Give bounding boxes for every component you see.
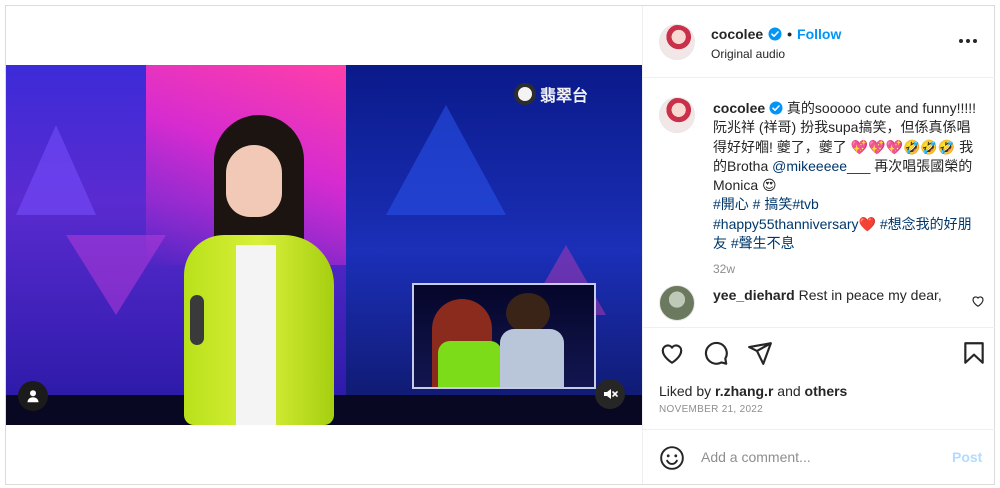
verified-badge-icon	[769, 101, 783, 115]
like-comment-heart-icon[interactable]	[971, 294, 985, 308]
liked-by-prefix: Liked by	[659, 383, 716, 399]
inset-singer-outfit	[438, 341, 502, 387]
caption-emoji-heart-eyes: 😍	[762, 177, 777, 194]
caption-username[interactable]: cocolee	[713, 100, 765, 116]
bookmark-icon[interactable]	[961, 340, 987, 366]
tagged-users-button[interactable]	[18, 381, 48, 411]
avatar[interactable]	[659, 24, 695, 60]
post-actions: Liked by r.zhang.r and others NOVEMBER 2…	[643, 327, 995, 431]
more-dot	[959, 39, 963, 43]
liked-by-middle: and	[773, 383, 805, 399]
caption-hashtags[interactable]: #開心 # 搞笑#tvb	[713, 196, 819, 212]
audio-label[interactable]: Original audio	[711, 47, 785, 61]
caption-heart: ❤️	[858, 215, 876, 232]
caption-emojis: 💖💖💖🤣🤣🤣	[850, 138, 956, 155]
post-header: cocolee • Follow Original audio	[643, 6, 995, 78]
hashtag-anniversary[interactable]: #happy55thanniversary	[713, 216, 859, 232]
separator-dot: •	[787, 26, 793, 42]
comment-text: yee_diehard Rest in peace my dear,	[713, 287, 942, 303]
post-side-panel: cocolee • Follow Original audio cocolee	[642, 6, 995, 484]
comment-item: yee_diehard Rest in peace my dear,	[659, 285, 984, 327]
add-comment-bar: Post	[643, 429, 995, 484]
user-icon	[27, 390, 39, 403]
stage-decor	[66, 235, 166, 315]
performer-shirt	[236, 245, 276, 425]
microphone	[190, 295, 204, 345]
comment-body: Rest in peace my dear,	[798, 287, 942, 303]
follow-button[interactable]: Follow	[797, 26, 841, 42]
comments-section[interactable]: cocolee 真的sooooo cute and funny!!!!! 阮兆祥…	[643, 79, 995, 327]
stage-decor	[16, 125, 96, 215]
verified-badge-icon	[768, 27, 782, 41]
avatar[interactable]	[659, 285, 695, 321]
comment-icon[interactable]	[703, 340, 729, 366]
caption-text: cocolee 真的sooooo cute and funny!!!!! 阮兆祥…	[713, 99, 979, 253]
more-options-icon[interactable]	[956, 33, 980, 49]
post-media: 翡翠台	[6, 6, 642, 484]
post-date[interactable]: NOVEMBER 21, 2022	[659, 404, 763, 415]
inset-second-singer-outfit	[500, 329, 564, 387]
likes-summary: Liked by r.zhang.r and others	[659, 383, 847, 399]
performer-face	[226, 145, 282, 217]
inset-second-singer-hair	[506, 293, 550, 333]
comment-username[interactable]: yee_diehard	[713, 287, 795, 303]
comment-input[interactable]	[701, 444, 941, 470]
header-user-row: cocolee • Follow	[711, 26, 841, 42]
author-username[interactable]: cocolee	[711, 26, 763, 42]
more-dot	[966, 39, 970, 43]
heart-icon[interactable]	[659, 340, 685, 366]
channel-logo-mark	[514, 83, 536, 105]
channel-logo-text: 翡翠台	[540, 86, 589, 105]
instagram-post: 翡翠台 cocolee • Follow Original audio coco…	[5, 5, 995, 485]
caption-mention[interactable]: @mikeeeee___	[772, 158, 870, 174]
more-dot	[973, 39, 977, 43]
stage-decor	[386, 105, 506, 215]
video-player[interactable]: 翡翠台	[6, 65, 642, 425]
avatar[interactable]	[659, 97, 695, 133]
channel-logo: 翡翠台	[514, 83, 588, 105]
caption-timestamp[interactable]: 32w	[713, 262, 735, 276]
liked-by-user[interactable]: r.zhang.r	[715, 383, 773, 399]
mute-button[interactable]	[595, 379, 625, 409]
liked-by-others[interactable]: others	[805, 383, 848, 399]
post-comment-button[interactable]: Post	[952, 449, 982, 465]
video-inset-picture	[412, 283, 596, 389]
emoji-icon[interactable]	[659, 445, 685, 471]
share-icon[interactable]	[747, 340, 773, 366]
muted-speaker-icon	[604, 389, 618, 399]
performer-figure	[184, 115, 344, 425]
